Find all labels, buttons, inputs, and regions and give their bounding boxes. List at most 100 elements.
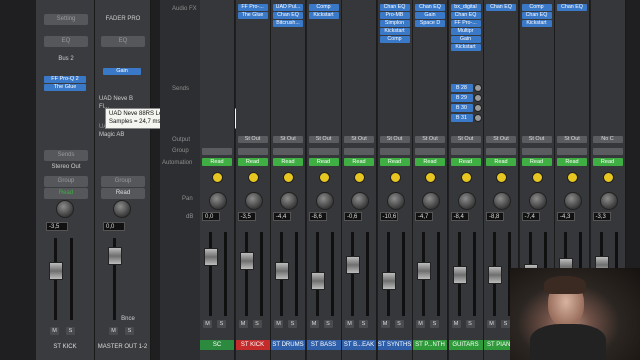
pan-knob[interactable]	[315, 192, 334, 210]
automation-knob-icon[interactable]	[531, 172, 543, 183]
solo-button[interactable]: S	[217, 320, 226, 328]
output-button[interactable]: St Out	[308, 136, 339, 143]
group-slot[interactable]	[202, 148, 232, 155]
automation-knob-icon[interactable]	[212, 172, 223, 183]
send-level-knob[interactable]	[473, 94, 482, 102]
pan-knob[interactable]	[113, 200, 131, 218]
audio-fx-slot[interactable]: FF Pro-...	[450, 20, 481, 27]
solo-button[interactable]: S	[323, 320, 333, 328]
automation-read-button[interactable]: Read	[308, 158, 339, 166]
audio-fx-slot[interactable]: Chan EQ	[450, 12, 481, 19]
audio-fx-slot[interactable]: Kickstart	[521, 20, 552, 27]
automation-knob-icon[interactable]	[247, 172, 259, 183]
automation-knob-icon[interactable]	[389, 172, 401, 183]
automation-read-button[interactable]: Read	[486, 158, 516, 166]
output-button[interactable]: St Out	[450, 136, 481, 143]
output-button[interactable]: St Out	[557, 136, 587, 143]
automation-read[interactable]: Read	[101, 188, 145, 199]
eq-button[interactable]: EQ	[101, 36, 145, 47]
automation-read-button[interactable]: Read	[379, 158, 410, 166]
automation-knob-icon[interactable]	[602, 172, 614, 183]
audio-fx-slot[interactable]: Chan EQ	[521, 12, 552, 19]
automation-knob-icon[interactable]	[567, 172, 578, 183]
plugin-slot[interactable]: FF Pro-Q 2	[44, 76, 86, 83]
fader-handle[interactable]	[239, 252, 254, 270]
solo-button[interactable]: S	[288, 320, 297, 328]
fader-handle[interactable]	[417, 262, 431, 280]
fader-handle[interactable]	[452, 266, 467, 284]
audio-fx-slot[interactable]: bx_digital	[450, 4, 481, 11]
automation-knob-icon[interactable]	[318, 172, 330, 183]
audio-fx-slot[interactable]: Chan EQ	[273, 12, 303, 19]
automation-read-button[interactable]: Read	[415, 158, 445, 166]
fader-handle[interactable]	[108, 247, 122, 265]
audio-fx-slot[interactable]: UAD Pul...	[273, 4, 303, 11]
mute-button[interactable]: M	[50, 327, 59, 335]
solo-button[interactable]: S	[125, 327, 134, 335]
automation-read-button[interactable]: Read	[450, 158, 481, 166]
audio-fx-slot[interactable]: Gain	[415, 12, 445, 19]
mute-button[interactable]: M	[109, 327, 118, 335]
mute-button[interactable]: M	[309, 320, 319, 328]
group-slot[interactable]	[379, 148, 410, 155]
fader-handle[interactable]	[488, 266, 502, 284]
automation-read[interactable]: Read	[44, 188, 88, 199]
automation-knob-icon[interactable]	[425, 172, 436, 183]
audio-fx-slot[interactable]: Chan EQ	[415, 4, 445, 11]
setting-button[interactable]: Setting	[44, 14, 88, 25]
pan-knob[interactable]	[422, 192, 440, 210]
pan-knob[interactable]	[351, 192, 369, 210]
audio-fx-slot[interactable]: Chan EQ	[379, 4, 410, 11]
output-button[interactable]: No C	[592, 136, 623, 143]
pan-knob[interactable]	[209, 192, 227, 210]
audio-fx-slot[interactable]: FF Pro-...	[237, 4, 268, 11]
automation-knob-icon[interactable]	[460, 172, 472, 183]
output-button[interactable]: St Out	[486, 136, 516, 143]
send-slot[interactable]: B 31	[450, 114, 473, 122]
audio-fx-slot[interactable]: Kickstart	[308, 12, 339, 19]
group-slot[interactable]	[450, 148, 481, 155]
fader-handle[interactable]	[204, 248, 218, 266]
solo-button[interactable]: S	[501, 320, 510, 328]
audio-fx-slot[interactable]: Bitcrush...	[273, 20, 303, 27]
audio-fx-slot[interactable]: Multipr	[450, 28, 481, 35]
audio-fx-slot[interactable]: Comp	[521, 4, 552, 11]
group-button[interactable]: Group	[44, 176, 88, 187]
audio-fx-slot[interactable]: The Glue	[237, 12, 268, 19]
mute-button[interactable]: M	[416, 320, 425, 328]
setting-label[interactable]: FADER PRO	[97, 16, 149, 22]
pan-knob[interactable]	[56, 200, 74, 218]
solo-button[interactable]: S	[359, 320, 368, 328]
output-button[interactable]: St Out	[521, 136, 552, 143]
solo-button[interactable]: S	[252, 320, 262, 328]
send-slot[interactable]: B 30	[450, 104, 473, 112]
audio-fx-slot[interactable]: Pro-MB	[379, 12, 410, 19]
group-slot[interactable]	[344, 148, 374, 155]
pan-knob[interactable]	[493, 192, 511, 210]
send-slot[interactable]: B 29	[450, 94, 473, 102]
automation-read-button[interactable]: Read	[592, 158, 623, 166]
bus-label[interactable]: Bus 2	[40, 56, 92, 62]
audio-fx-slot[interactable]: Space D	[415, 20, 445, 27]
audio-fx-slot[interactable]: Chan EQ	[486, 4, 516, 11]
audio-fx-slot[interactable]: Gain	[450, 36, 481, 43]
solo-button[interactable]: S	[465, 320, 475, 328]
group-slot[interactable]	[592, 148, 623, 155]
mute-button[interactable]: M	[203, 320, 212, 328]
sends-button[interactable]: Sends	[44, 150, 88, 161]
audio-fx-slot[interactable]: Chan EQ	[557, 4, 587, 11]
pan-knob[interactable]	[386, 192, 405, 210]
mute-button[interactable]: M	[345, 320, 354, 328]
group-slot[interactable]	[308, 148, 339, 155]
output-button[interactable]: St Out	[379, 136, 410, 143]
solo-button[interactable]: S	[394, 320, 404, 328]
fader-handle[interactable]	[346, 256, 360, 274]
plugin-slot[interactable]: Magic AB	[99, 132, 151, 138]
send-level-knob[interactable]	[473, 84, 482, 92]
output-button[interactable]: St Out	[415, 136, 445, 143]
pan-knob[interactable]	[457, 192, 476, 210]
group-slot[interactable]	[557, 148, 587, 155]
fader-handle[interactable]	[275, 262, 289, 280]
audio-fx-slot[interactable]: Kickstart	[450, 44, 481, 51]
gain-slot[interactable]: Gain	[103, 68, 141, 75]
